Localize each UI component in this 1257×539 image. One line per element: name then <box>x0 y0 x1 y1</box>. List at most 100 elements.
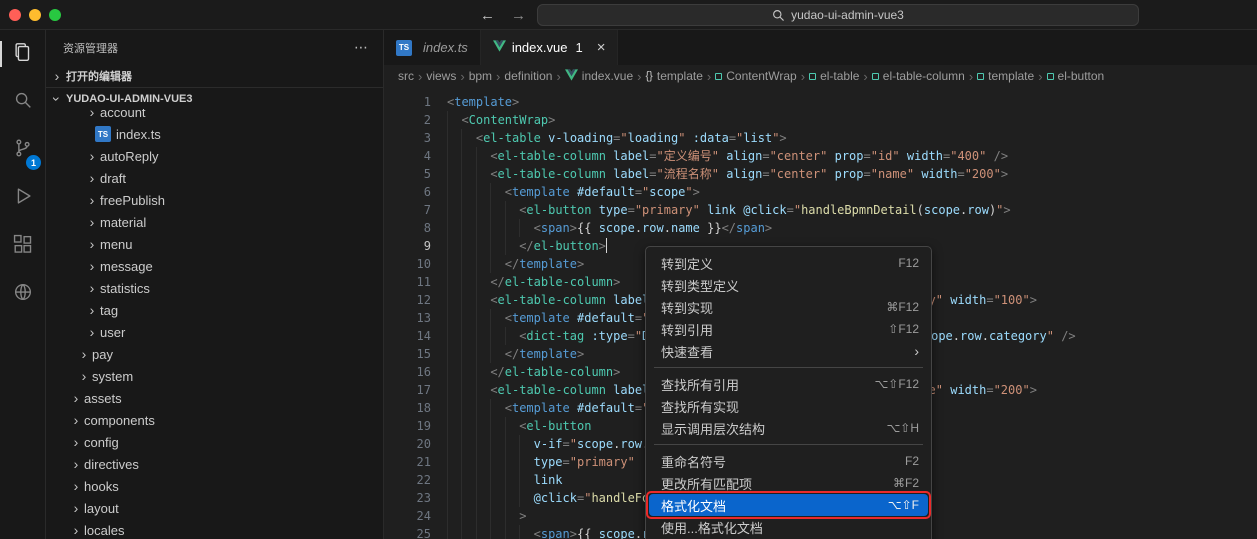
activity-bar-item-search[interactable] <box>0 78 46 126</box>
tree-item-menu[interactable]: ›menu <box>46 233 383 255</box>
menu-item-快速查看[interactable]: 快速查看› <box>649 340 928 362</box>
typescript-file-icon: TS <box>95 126 111 142</box>
activity-bar-item-explorer[interactable] <box>0 30 46 78</box>
breadcrumb-item-src[interactable]: src <box>398 69 414 83</box>
tree-item-material[interactable]: ›material <box>46 211 383 233</box>
line-content: <el-button type="primary" link @click="h… <box>431 201 1011 219</box>
menu-item-转到实现[interactable]: 转到实现⌘F12 <box>649 296 928 318</box>
menu-item-更改所有匹配项[interactable]: 更改所有匹配项⌘F2 <box>649 472 928 494</box>
line-number: 2 <box>384 111 431 129</box>
line-number: 20 <box>384 435 431 453</box>
breadcrumb-item-ContentWrap[interactable]: ContentWrap <box>715 69 796 83</box>
tree-item-index.ts[interactable]: TSindex.ts <box>46 123 383 145</box>
tree-item-label: hooks <box>84 479 119 494</box>
line-content: </template> <box>431 255 584 273</box>
tree-item-tag[interactable]: ›tag <box>46 299 383 321</box>
menu-item-keybinding: F2 <box>905 454 919 468</box>
root-folder-section[interactable]: › YUDAO-UI-ADMIN-VUE3 <box>46 87 383 109</box>
menu-item-label: 转到类型定义 <box>661 276 739 295</box>
line-content: <el-table-column label="流程名称" align="cen… <box>431 165 1008 183</box>
tab-index.ts[interactable]: TSindex.ts <box>384 30 481 65</box>
close-window-button[interactable] <box>9 9 21 21</box>
run-debug-icon <box>12 185 34 212</box>
tree-item-hooks[interactable]: ›hooks <box>46 475 383 497</box>
tree-item-components[interactable]: ›components <box>46 409 383 431</box>
line-content: <el-table v-loading="loading" :data="lis… <box>431 129 787 147</box>
breadcrumb-separator-icon: › <box>969 69 973 84</box>
menu-item-转到引用[interactable]: 转到引用⇧F12 <box>649 318 928 340</box>
breadcrumb-item-template[interactable]: template <box>977 69 1034 83</box>
menu-item-使用...格式化文档[interactable]: 使用...格式化文档 <box>649 516 928 538</box>
line-number: 24 <box>384 507 431 525</box>
menu-item-显示调用层次结构[interactable]: 显示调用层次结构⌥⇧H <box>649 417 928 439</box>
open-editors-section[interactable]: › 打开的编辑器 <box>46 65 383 87</box>
menu-item-查找所有引用[interactable]: 查找所有引用⌥⇧F12 <box>649 373 928 395</box>
tree-item-freePublish[interactable]: ›freePublish <box>46 189 383 211</box>
maximize-window-button[interactable] <box>49 9 61 21</box>
chevron-right-icon: › <box>68 413 84 427</box>
tab-index.vue[interactable]: index.vue1× <box>481 30 619 65</box>
line-number: 3 <box>384 129 431 147</box>
line-number: 21 <box>384 453 431 471</box>
line-number: 22 <box>384 471 431 489</box>
menu-item-查找所有实现[interactable]: 查找所有实现 <box>649 395 928 417</box>
activity-bar-item-source-control[interactable]: 1 <box>0 126 46 174</box>
command-center-search[interactable]: yudao-ui-admin-vue3 <box>537 4 1139 26</box>
tree-item-config[interactable]: ›config <box>46 431 383 453</box>
tree-item-assets[interactable]: ›assets <box>46 387 383 409</box>
line-number: 11 <box>384 273 431 291</box>
chevron-right-icon: › <box>68 523 84 537</box>
breadcrumb-label: el-table <box>820 69 859 83</box>
breadcrumb-item-template[interactable]: {}template <box>646 69 703 83</box>
breadcrumb-item-el-button[interactable]: el-button <box>1047 69 1105 83</box>
menu-item-格式化文档[interactable]: 格式化文档⌥⇧F <box>649 494 928 516</box>
window-controls <box>9 9 61 21</box>
more-actions-icon[interactable]: ⋯ <box>354 39 369 56</box>
line-content: <el-button <box>431 417 591 435</box>
typescript-file-icon: TS <box>396 40 412 56</box>
line-content: </el-table-column> <box>431 273 620 291</box>
line-content: <template #default="scope"> <box>431 183 700 201</box>
forward-icon[interactable]: → <box>511 7 526 24</box>
tree-item-message[interactable]: ›message <box>46 255 383 277</box>
menu-item-转到定义[interactable]: 转到定义F12 <box>649 252 928 274</box>
remote-explorer-icon <box>12 281 34 308</box>
tree-item-layout[interactable]: ›layout <box>46 497 383 519</box>
tree-item-label: draft <box>100 171 126 186</box>
back-icon[interactable]: ← <box>480 7 495 24</box>
tree-item-statistics[interactable]: ›statistics <box>46 277 383 299</box>
tree-item-pay[interactable]: ›pay <box>46 343 383 365</box>
breadcrumb-label: src <box>398 69 414 83</box>
tree-item-draft[interactable]: ›draft <box>46 167 383 189</box>
minimize-window-button[interactable] <box>29 9 41 21</box>
close-tab-icon[interactable]: × <box>597 40 606 55</box>
search-icon <box>12 89 34 116</box>
breadcrumb[interactable]: src›views›bpm›definition›index.vue›{}tem… <box>384 65 1257 87</box>
breadcrumb-item-views[interactable]: views <box>426 69 456 83</box>
tree-item-system[interactable]: ›system <box>46 365 383 387</box>
breadcrumb-item-el-table-column[interactable]: el-table-column <box>872 69 965 83</box>
breadcrumb-separator-icon: › <box>556 69 560 84</box>
tree-item-user[interactable]: ›user <box>46 321 383 343</box>
chevron-right-icon: › <box>84 109 100 119</box>
activity-bar-item-remote-explorer[interactable] <box>0 270 46 318</box>
breadcrumb-item-index.vue[interactable]: index.vue <box>565 69 633 84</box>
source-control-badge: 1 <box>26 155 41 170</box>
tree-item-account[interactable]: ›account <box>46 109 383 123</box>
tree-item-locales[interactable]: ›locales <box>46 519 383 539</box>
breadcrumb-item-bpm[interactable]: bpm <box>469 69 492 83</box>
menu-item-转到类型定义[interactable]: 转到类型定义 <box>649 274 928 296</box>
tree-item-directives[interactable]: ›directives <box>46 453 383 475</box>
activity-bar-item-extensions[interactable] <box>0 222 46 270</box>
code-line-3: 3<el-table v-loading="loading" :data="li… <box>384 129 1257 147</box>
breadcrumb-item-definition[interactable]: definition <box>504 69 552 83</box>
activity-bar-item-run-debug[interactable] <box>0 174 46 222</box>
chevron-right-icon: › <box>76 369 92 383</box>
line-number: 10 <box>384 255 431 273</box>
menu-item-重命名符号[interactable]: 重命名符号F2 <box>649 450 928 472</box>
tree-item-autoReply[interactable]: ›autoReply <box>46 145 383 167</box>
breadcrumb-separator-icon: › <box>863 69 867 84</box>
breadcrumb-item-el-table[interactable]: el-table <box>809 69 859 83</box>
code-line-5: 5<el-table-column label="流程名称" align="ce… <box>384 165 1257 183</box>
line-content: <template> <box>431 93 519 111</box>
